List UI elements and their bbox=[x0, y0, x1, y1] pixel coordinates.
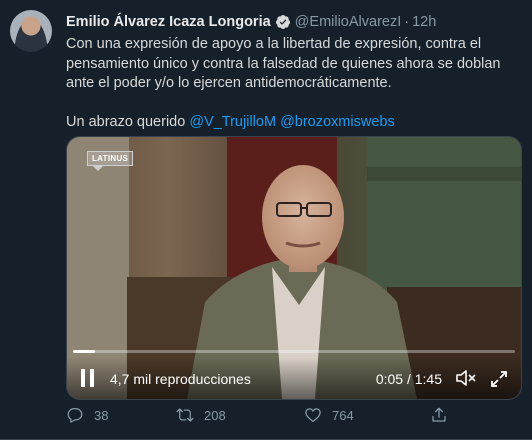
mention-link-2[interactable]: @brozoxmiswebs bbox=[280, 114, 395, 130]
tweet-header: Emilio Álvarez Icaza Longoria @EmilioAlv… bbox=[66, 12, 436, 32]
pause-button[interactable] bbox=[81, 369, 95, 387]
verified-badge-icon bbox=[275, 14, 291, 30]
video-controls: 4,7 mil reproducciones 0:05 / 1:45 bbox=[67, 357, 521, 399]
mention-link-1[interactable]: @V_TrujilloM bbox=[189, 114, 276, 130]
reply-count: 38 bbox=[94, 407, 109, 423]
pause-icon-bar bbox=[90, 369, 94, 387]
share-button[interactable] bbox=[430, 406, 448, 424]
view-count: 4,7 mil reproducciones bbox=[110, 371, 251, 387]
tweet-timestamp[interactable]: 12h bbox=[412, 14, 436, 30]
retweet-button[interactable]: 208 bbox=[176, 406, 226, 424]
like-count: 764 bbox=[332, 407, 354, 423]
author-handle[interactable]: @EmilioAlvarezI bbox=[295, 14, 402, 30]
video-progress-fill bbox=[73, 350, 96, 353]
share-icon bbox=[432, 407, 446, 422]
author-avatar[interactable] bbox=[10, 10, 52, 52]
video-player[interactable]: LATINUS 4,7 mil reproducciones 0:05 / 1:… bbox=[66, 136, 522, 400]
reply-button[interactable]: 38 bbox=[66, 406, 108, 424]
tweet-text-paragraph-2: Un abrazo querido @V_TrujilloM @brozoxmi… bbox=[66, 113, 521, 133]
header-separator: · bbox=[404, 14, 410, 30]
video-timecode: 0:05 / 1:45 bbox=[375, 371, 442, 387]
volume-muted-icon[interactable] bbox=[455, 369, 477, 387]
like-icon bbox=[305, 408, 321, 423]
tweet-text-prefix: Un abrazo querido bbox=[66, 113, 190, 130]
retweet-count: 208 bbox=[204, 407, 226, 423]
fullscreen-icon[interactable] bbox=[489, 369, 509, 389]
tweet-text-paragraph-1: Con una expresión de apoyo a la libertad… bbox=[66, 36, 501, 91]
retweet-icon bbox=[176, 408, 194, 422]
author-name[interactable]: Emilio Álvarez Icaza Longoria bbox=[66, 14, 271, 30]
video-watermark: LATINUS bbox=[87, 151, 134, 171]
tweet-actions: 38 208 764 bbox=[66, 406, 486, 428]
tweet-text: Con una expresión de apoyo a la libertad… bbox=[66, 35, 521, 132]
like-button[interactable]: 764 bbox=[304, 406, 354, 424]
tweet[interactable]: Emilio Álvarez Icaza Longoria @EmilioAlv… bbox=[0, 0, 532, 440]
pause-icon bbox=[81, 369, 85, 387]
video-progress-bar[interactable] bbox=[73, 350, 515, 353]
reply-icon bbox=[67, 407, 83, 423]
